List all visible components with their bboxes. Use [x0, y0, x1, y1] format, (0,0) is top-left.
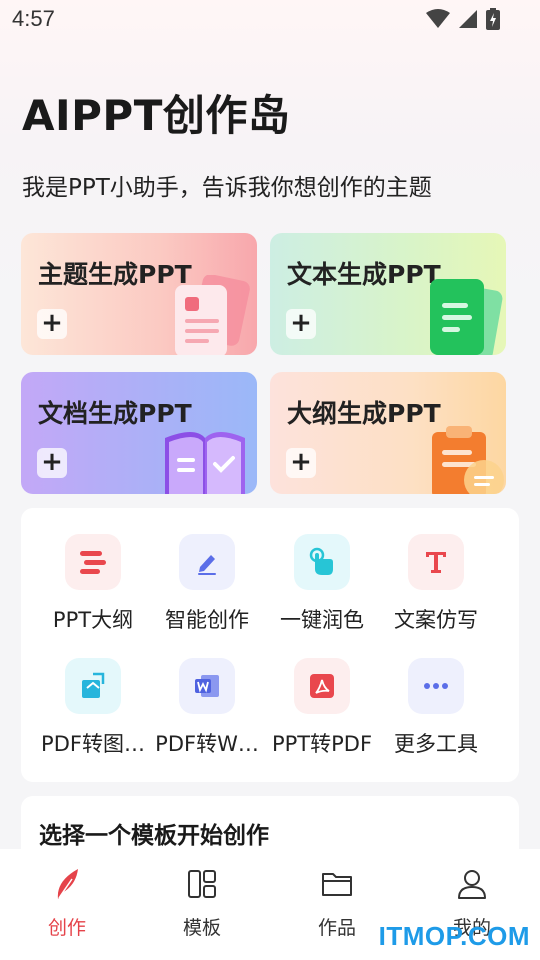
tool-label: PDF转W…	[155, 732, 259, 756]
template-section-title: 选择一个模板开始创作	[39, 823, 269, 849]
tool-label: 文案仿写	[394, 608, 478, 632]
pdf-to-image-icon	[65, 658, 121, 714]
pdf-icon	[294, 658, 350, 714]
ppt-to-pdf-tool[interactable]: PPT转PDF	[262, 658, 382, 758]
document-to-ppt-card[interactable]: 文档生成PPT +	[21, 372, 257, 494]
plus-icon[interactable]: +	[286, 448, 316, 478]
slide-document-icon	[175, 275, 250, 355]
tab-works[interactable]: 作品	[287, 867, 387, 940]
ppt-outline-tool[interactable]: PPT大纲	[33, 534, 153, 634]
tool-label: 更多工具	[394, 732, 478, 756]
pdf-to-image-tool[interactable]: PDF转图…	[33, 658, 153, 758]
template-grid-icon	[188, 870, 216, 898]
more-tools-tool[interactable]: 更多工具	[376, 658, 496, 758]
watermark: ITMOP.COM	[378, 921, 530, 951]
copywriting-tool[interactable]: 文案仿写	[376, 534, 496, 634]
text-t-icon	[408, 534, 464, 590]
tab-label: 创作	[47, 917, 86, 939]
plus-icon[interactable]: +	[37, 309, 67, 339]
open-book-icon	[165, 432, 245, 494]
tool-label: 智能创作	[165, 608, 249, 632]
page-title: AIPPT创作岛	[22, 91, 291, 140]
text-document-icon	[430, 279, 503, 355]
status-icons	[426, 8, 500, 30]
topic-to-ppt-card[interactable]: 主题生成PPT +	[21, 233, 257, 355]
tab-create[interactable]: 创作	[17, 867, 117, 940]
tool-label: PPT大纲	[52, 608, 134, 632]
polish-tool[interactable]: 一键润色	[262, 534, 382, 634]
clipboard-icon	[432, 426, 504, 494]
word-icon	[179, 658, 235, 714]
text-to-ppt-card[interactable]: 文本生成PPT +	[270, 233, 506, 355]
folder-icon	[322, 873, 352, 896]
smart-create-tool[interactable]: 智能创作	[147, 534, 267, 634]
tab-label: 模板	[182, 917, 221, 939]
tool-label: PDF转图…	[41, 732, 145, 756]
feather-icon	[57, 869, 78, 899]
cellular-signal-icon	[459, 10, 477, 28]
tap-hand-icon	[294, 534, 350, 590]
user-icon	[458, 870, 486, 899]
page-subtitle: 我是PPT小助手，告诉我你想创作的主题	[22, 175, 432, 201]
pen-icon	[179, 534, 235, 590]
status-bar: 4:57	[0, 0, 540, 40]
pdf-to-word-tool[interactable]: PDF转W…	[147, 658, 267, 758]
plus-icon[interactable]: +	[37, 448, 67, 478]
tool-label: 一键润色	[280, 608, 364, 632]
wifi-icon	[426, 9, 450, 28]
tools-panel: PPT大纲 智能创作 一键润色 文案仿写 PDF转图… PDF转W… PPT转P…	[21, 508, 519, 782]
more-dots-icon	[408, 658, 464, 714]
tab-templates[interactable]: 模板	[152, 867, 252, 940]
outline-lines-icon	[65, 534, 121, 590]
outline-to-ppt-card[interactable]: 大纲生成PPT +	[270, 372, 506, 494]
battery-charging-icon	[486, 8, 500, 30]
tool-label: PPT转PDF	[271, 732, 373, 756]
plus-icon[interactable]: +	[286, 309, 316, 339]
status-time: 4:57	[12, 6, 55, 31]
tab-label: 作品	[317, 917, 356, 939]
